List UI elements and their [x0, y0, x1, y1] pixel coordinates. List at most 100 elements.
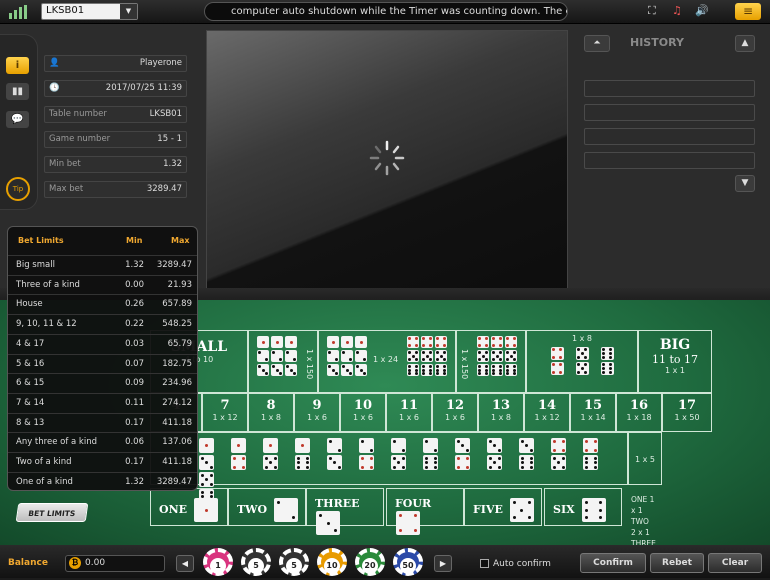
bet-total-17[interactable]: 17 1 x 50	[662, 393, 712, 432]
die-face-3-icon	[519, 438, 534, 453]
left-toolbar: i ▮▮ 💬 Tip	[0, 34, 38, 210]
bet-specific-triple-high[interactable]: 1 x 150	[456, 330, 526, 393]
statistics-button[interactable]: ▮▮	[6, 83, 29, 100]
bet-big[interactable]: BIG 11 to 17 1 x 1	[638, 330, 712, 393]
info-label: Min bet	[49, 159, 81, 169]
music-icon[interactable]: ♫	[672, 4, 682, 17]
die-face-3-icon	[316, 511, 340, 535]
big-range: 11 to 17	[651, 353, 699, 366]
die-face-6-icon	[600, 362, 614, 375]
die-face-5-icon	[477, 350, 489, 362]
total-payout: 1 x 12	[534, 413, 560, 422]
bet-total-12[interactable]: 12 1 x 6	[432, 393, 478, 432]
rebet-button[interactable]: Rebet	[650, 553, 704, 573]
die-face-3-icon	[327, 455, 342, 470]
combo-pair[interactable]	[198, 437, 215, 471]
total-number: 17	[677, 398, 697, 413]
double-pair[interactable]	[600, 346, 615, 376]
combo-pair[interactable]	[262, 437, 279, 471]
confirm-button[interactable]: Confirm	[580, 553, 646, 573]
chip-1[interactable]: 1	[203, 548, 233, 576]
die-face-6-icon	[477, 364, 489, 376]
die-face-6-icon	[583, 455, 598, 470]
bet-total-13[interactable]: 13 1 x 8	[478, 393, 524, 432]
bet-total-9[interactable]: 91 x 6	[294, 393, 340, 432]
bet-total-10[interactable]: 10 1 x 6	[340, 393, 386, 432]
history-scroll-up-button[interactable]: ▲	[735, 35, 755, 52]
bet-single-three[interactable]: THREE	[306, 488, 384, 535]
limit-row: 8 & 13 0.17 411.18	[8, 412, 197, 433]
bet-limits-button[interactable]: BET LIMITS	[15, 503, 89, 522]
combo-pair[interactable]	[518, 437, 535, 471]
combo-pair[interactable]	[422, 437, 439, 471]
auto-confirm-label: Auto confirm	[493, 559, 551, 569]
total-payout: 1 x 6	[445, 413, 465, 422]
bet-single-two[interactable]: TWO	[228, 488, 306, 526]
chip-scroll-right-button[interactable]: ▶	[434, 555, 452, 572]
combo-pair[interactable]	[230, 437, 247, 471]
combo-pair[interactable]	[582, 437, 599, 471]
bet-single-six[interactable]: SIX	[544, 488, 622, 526]
limit-name: Two of a kind	[16, 457, 72, 467]
double-pair[interactable]	[550, 346, 565, 376]
bet-single-four[interactable]: FOUR	[386, 488, 464, 535]
history-collapse-button[interactable]: ⏶	[584, 35, 610, 52]
bet-two-dice-combinations[interactable]	[150, 432, 628, 504]
bet-any-triple[interactable]: 1 x 24	[318, 330, 456, 393]
loading-spinner-icon	[369, 140, 405, 176]
total-payout: 1 x 12	[212, 413, 238, 422]
bet-single-one[interactable]: ONE	[150, 488, 228, 526]
clear-button[interactable]: Clear	[708, 553, 762, 573]
chat-button[interactable]: 💬	[6, 111, 29, 128]
chip-5[interactable]: 5	[279, 548, 309, 576]
bet-total-8[interactable]: 81 x 8	[248, 393, 294, 432]
bet-total-14[interactable]: 14 1 x 12	[524, 393, 570, 432]
checkbox[interactable]	[480, 559, 489, 568]
bet-single-five[interactable]: FIVE	[464, 488, 542, 526]
limit-max: 411.18	[162, 417, 192, 428]
info-button[interactable]: i	[6, 57, 29, 74]
die-face-6-icon	[421, 364, 433, 376]
min-header: Min	[126, 236, 143, 245]
chip-5[interactable]: 5	[241, 548, 271, 576]
combo-pair[interactable]	[486, 437, 503, 471]
history-scroll-down-button[interactable]: ▼	[735, 175, 755, 192]
combo-pair[interactable]	[390, 437, 407, 471]
die-face-4-icon	[551, 438, 566, 453]
fullscreen-icon[interactable]: ⛶	[648, 4, 656, 18]
bet-total-7[interactable]: 71 x 12	[202, 393, 248, 432]
double-pair[interactable]	[575, 346, 590, 376]
bet-specific-triple-low[interactable]: 1 x 150	[248, 330, 318, 393]
menu-button[interactable]: ≡	[735, 3, 761, 20]
limit-row: One of a kind 1.32 3289.47	[8, 471, 197, 492]
bet-total-11[interactable]: 11 1 x 6	[386, 393, 432, 432]
auto-confirm-toggle[interactable]: Auto confirm	[480, 559, 551, 569]
combo-pair[interactable]	[550, 437, 567, 471]
die-face-4-icon	[421, 336, 433, 348]
combo-pair[interactable]	[326, 437, 343, 471]
total-payout: 1 x 6	[307, 413, 327, 422]
limit-min: 0.26	[125, 299, 144, 310]
combo-pair[interactable]	[454, 437, 471, 471]
bet-limits-panel: Bet Limits Min Max Big small 1.32 3289.47 T…	[7, 226, 198, 491]
die-face-4-icon	[477, 336, 489, 348]
die-face-1-icon	[199, 438, 214, 453]
info-value: LKSB01	[149, 109, 182, 119]
limit-row: Two of a kind 0.17 411.18	[8, 452, 197, 472]
balance-label: Balance	[8, 558, 48, 568]
chip-10[interactable]: 10	[317, 548, 347, 576]
table-select[interactable]: LKSB01 ▼	[41, 3, 138, 20]
bet-total-16[interactable]: 16 1 x 18	[616, 393, 662, 432]
chip-50[interactable]: 50	[393, 548, 423, 576]
limit-name: House	[16, 299, 43, 310]
combo-pair[interactable]	[294, 437, 311, 471]
tip-button[interactable]: Tip	[6, 177, 30, 201]
chip-20[interactable]: 20	[355, 548, 385, 576]
bet-specific-double[interactable]: 1 x 8	[526, 330, 638, 393]
chip-value: 10	[324, 557, 340, 574]
chip-scroll-left-button[interactable]: ◀	[176, 555, 194, 572]
volume-icon[interactable]: 🔊	[695, 4, 709, 17]
bet-total-15[interactable]: 15 1 x 14	[570, 393, 616, 432]
total-number: 11	[399, 398, 419, 413]
combo-pair[interactable]	[358, 437, 375, 471]
